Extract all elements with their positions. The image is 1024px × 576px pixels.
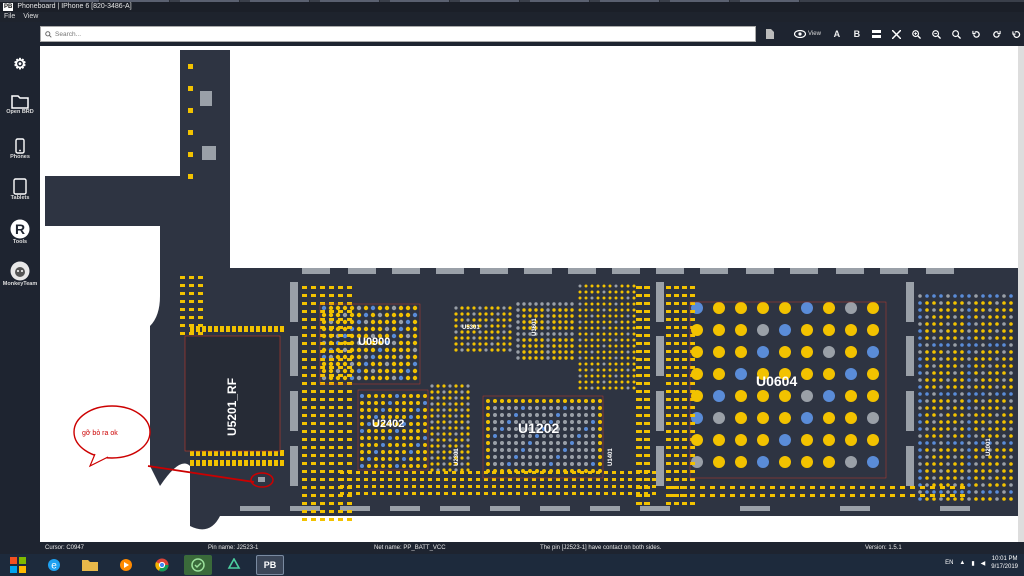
toolbar: View A B: [40, 22, 1024, 46]
sidebar-item-phones[interactable]: Phones: [0, 138, 40, 160]
gear-icon: ⚙: [13, 56, 27, 73]
view-button[interactable]: View: [780, 30, 827, 38]
sidebar-item-label: Phones: [10, 154, 30, 160]
zoom-fit-button[interactable]: [947, 26, 967, 42]
tools-icon: R: [10, 219, 30, 239]
window-title: Phoneboard | IPhone 6 [820-3486-A]: [17, 3, 132, 10]
sidebar-item-label: MonkeyTeam: [2, 281, 38, 287]
window-titlebar: PB Phoneboard | IPhone 6 [820-3486-A]: [0, 2, 1024, 12]
vertical-scrollbar[interactable]: [1018, 46, 1024, 542]
start-icon: [10, 557, 26, 573]
sidebar-item-label: Open BRD: [6, 109, 34, 115]
system-tray: EN ▲ ▮ ◀ 10:01 PM 9/17/2019: [945, 555, 1018, 571]
cursor-status: Cursor: C0947: [45, 545, 85, 551]
zoom-in-button[interactable]: [907, 26, 927, 42]
menu-bar: File View: [0, 12, 1024, 22]
network-icon[interactable]: ▮: [971, 560, 974, 567]
volume-icon[interactable]: ◀: [981, 560, 986, 567]
status-bar: Cursor: C0947 Pin name: J2523-1 Net name…: [0, 542, 1024, 554]
sidebar-item-label: Tablets: [10, 195, 30, 201]
ie-button[interactable]: e: [40, 555, 68, 575]
menu-view[interactable]: View: [23, 12, 38, 22]
svg-text:R: R: [15, 221, 25, 237]
font-b-button[interactable]: B: [847, 26, 867, 42]
view-label: View: [808, 31, 821, 37]
chip-label: U5201_RF: [225, 378, 239, 436]
tray-arrow-icon[interactable]: ▲: [959, 560, 965, 566]
chip-label: U2402: [372, 418, 404, 430]
tablet-icon: [13, 178, 27, 195]
phoneboard-icon: PB: [263, 560, 277, 570]
sidebar-item-label: Tools: [12, 239, 28, 245]
zoom-out-button[interactable]: [927, 26, 947, 42]
chip-label: U1202: [518, 420, 559, 436]
ie-icon: e: [48, 559, 60, 572]
sidebar: ⚙ Open BRD Phones Tablets R Tools Monkey…: [0, 46, 40, 542]
taskbar: e PB EN ▲ ▮ ◀ 10:01 PM 9/17/2019: [0, 554, 1024, 576]
layers-button[interactable]: [867, 26, 887, 42]
search-icon: [45, 30, 52, 38]
eye-icon: [794, 30, 806, 38]
recycle-button[interactable]: [220, 555, 248, 575]
rotate-right-button[interactable]: [987, 26, 1007, 42]
zoom-in-icon: [912, 29, 922, 39]
chip-label-small: U3601: [532, 318, 538, 336]
undo-icon: [1012, 30, 1021, 38]
recycle-icon: [227, 558, 241, 569]
clock-date: 9/17/2019: [991, 564, 1018, 570]
font-a-button[interactable]: A: [827, 26, 847, 42]
sidebar-item-settings[interactable]: ⚙: [0, 56, 40, 74]
status-message: The pin [J2523-1] have contact on both s…: [540, 545, 662, 551]
sidebar-item-open-brd[interactable]: Open BRD: [0, 94, 40, 115]
media-button[interactable]: [112, 555, 140, 575]
chip-label-small: U2301: [454, 448, 460, 466]
net-name-status: Net name: PP_BATT_VCC: [374, 545, 446, 551]
chip-label-small: U2001: [986, 438, 992, 456]
rotate-right-icon: [993, 30, 1002, 38]
fullscreen-button[interactable]: [887, 26, 907, 42]
pcb-board-view[interactable]: U5201_RF U0900 U2402 U1202 U0604 U5301 U…: [40, 46, 1018, 542]
language-indicator[interactable]: EN: [945, 560, 953, 566]
board-canvas[interactable]: U5201_RF U0900 U2402 U1202 U0604 U5301 U…: [40, 46, 1018, 542]
annotation-text: gỡ bỏ ra ok: [82, 429, 118, 437]
chip-label: U0604: [756, 373, 797, 389]
monkey-icon: [10, 261, 30, 281]
menu-file[interactable]: File: [4, 12, 15, 22]
phone-icon: [15, 138, 25, 154]
search-box: [40, 26, 756, 42]
expand-icon: [892, 29, 902, 39]
explorer-button[interactable]: [76, 555, 104, 575]
version-label: Version: 1.5.1: [865, 545, 902, 551]
sidebar-item-tools[interactable]: R Tools: [0, 219, 40, 245]
green-app-icon: [191, 558, 205, 572]
start-button[interactable]: [4, 555, 32, 575]
folder-icon: [82, 560, 98, 571]
sidebar-item-monkeyteam[interactable]: MonkeyTeam: [0, 261, 40, 287]
search-input[interactable]: [55, 30, 755, 38]
chip-label-small: U1401: [608, 448, 614, 466]
chip-label-small: U5301: [462, 325, 480, 331]
folder-icon: [11, 95, 29, 109]
chrome-icon: [155, 558, 169, 572]
phoneboard-taskbar-button[interactable]: PB: [256, 555, 284, 575]
chip-U5201-RF[interactable]: U5201_RF: [184, 335, 281, 452]
clock[interactable]: 10:01 PM 9/17/2019: [991, 555, 1018, 571]
chrome-button[interactable]: [148, 555, 176, 575]
media-icon: [120, 559, 132, 571]
rotate-left-button[interactable]: [967, 26, 987, 42]
pin-name-status: Pin name: J2523-1: [208, 545, 259, 551]
chip-label: U0900: [358, 336, 390, 348]
document-icon: [766, 29, 774, 39]
svg-text:e: e: [51, 561, 57, 572]
zoom-out-icon: [932, 29, 942, 39]
sidebar-item-tablets[interactable]: Tablets: [0, 178, 40, 201]
clock-time: 10:01 PM: [991, 556, 1018, 562]
rotate-left-icon: [972, 30, 981, 38]
zoom-fit-icon: [952, 29, 962, 39]
app-logo-icon: PB: [3, 3, 14, 11]
undo-button[interactable]: [1007, 26, 1024, 42]
document-button[interactable]: [760, 26, 780, 42]
green-app-button[interactable]: [184, 555, 212, 575]
layers-icon: [872, 30, 882, 38]
